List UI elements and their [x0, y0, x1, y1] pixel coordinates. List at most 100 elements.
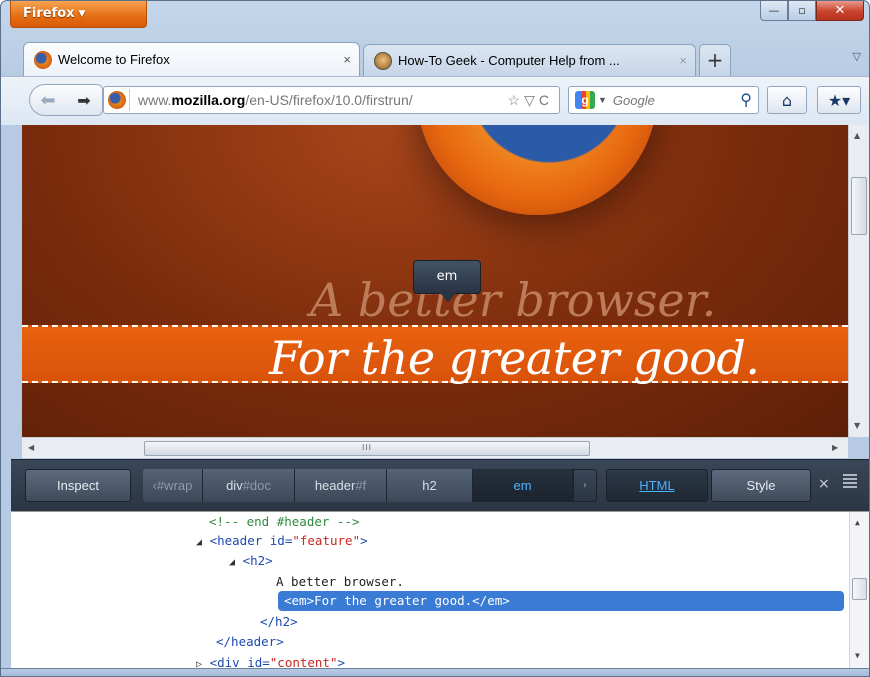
tab-how-to-geek[interactable]: How-To Geek - Computer Help from ... ×	[363, 44, 696, 76]
close-inspector-icon[interactable]: ×	[818, 476, 830, 492]
crumb-id: #doc	[242, 478, 271, 493]
firefox-menu-button[interactable]: Firefox ▼	[10, 1, 147, 28]
code-attr-value: "feature"	[292, 533, 361, 548]
code-tag: <em>	[284, 593, 315, 608]
inspector-toolbar: Inspect ‹ #wrap div #doc header #f h2 em ›…	[11, 459, 869, 511]
scroll-down-arrow-icon[interactable]: ▼	[854, 421, 860, 430]
search-input[interactable]: Google	[613, 93, 740, 108]
breadcrumb-div-doc[interactable]: div #doc	[203, 469, 295, 502]
code-line-h2-close[interactable]: </h2>	[260, 612, 298, 632]
back-forward-group: ⬅ ➡	[29, 84, 103, 116]
page-content: A better browser. For the greater good. …	[22, 125, 848, 437]
vertical-scrollbar[interactable]: ▲ ▼	[848, 125, 869, 437]
code-line-div-content[interactable]: ▷ <div id="content">	[196, 653, 345, 668]
expand-twisty-icon[interactable]: ◢	[196, 537, 202, 548]
close-tab-icon[interactable]: ×	[343, 52, 351, 67]
forward-arrow-icon: ➡	[77, 90, 91, 110]
code-tag: >	[360, 533, 368, 548]
minimize-icon: —	[768, 4, 780, 17]
bookmarks-menu-button[interactable]: ★▾	[817, 86, 861, 114]
list-all-tabs-icon[interactable]: ▽	[853, 50, 861, 63]
site-identity-button[interactable]	[107, 89, 130, 111]
style-panel-button[interactable]: Style	[711, 469, 811, 502]
firefox-logo-icon	[417, 125, 657, 215]
back-arrow-icon: ⬅	[40, 89, 56, 111]
code-line-h2[interactable]: ◢ <h2>	[229, 551, 273, 571]
google-search-engine-icon[interactable]: g	[575, 91, 595, 109]
scroll-left-arrow-icon[interactable]: ◀	[28, 443, 34, 452]
tab-title: How-To Geek - Computer Help from ...	[398, 53, 620, 68]
firefox-menu-label: Firefox	[23, 6, 75, 21]
code-tag: <h2>	[242, 553, 273, 568]
breadcrumb-scroll-right-icon[interactable]: ›	[573, 469, 597, 502]
page-subhead: For the greater good.	[269, 331, 760, 385]
collapsed-twisty-icon[interactable]: ▷	[196, 659, 202, 668]
navigation-toolbar: ⬅ ➡ www.mozilla.org/en-US/firefox/10.0/f…	[1, 76, 869, 125]
crumb-tag: div	[226, 478, 243, 493]
code-line-header[interactable]: ◢ <header id="feature">	[196, 531, 368, 551]
window-bottom-border	[1, 668, 869, 676]
firefox-favicon-icon	[34, 50, 52, 69]
html-tree-panel: <!-- end #header --> ◢ <header id="featu…	[11, 511, 869, 668]
crumb-tag: h2	[422, 478, 437, 493]
html-panel-scrollbar[interactable]: ▲ ▼	[849, 512, 869, 668]
close-window-button[interactable]: ✕	[816, 1, 864, 21]
close-tab-icon[interactable]: ×	[679, 53, 687, 68]
code-line-header-close[interactable]: </header>	[216, 632, 284, 652]
html-panel-scroll-thumb[interactable]	[852, 578, 867, 600]
breadcrumb-header[interactable]: header #f	[295, 469, 387, 502]
url-path: /en-US/firefox/10.0/firstrun/	[245, 92, 413, 108]
minimize-button[interactable]: —	[760, 1, 788, 21]
horizontal-scroll-thumb[interactable]: III	[144, 441, 590, 456]
scroll-right-arrow-icon[interactable]: ▶	[832, 443, 838, 452]
style-panel-label: Style	[746, 478, 776, 493]
bookmarks-icon: ★▾	[827, 90, 851, 110]
scroll-up-arrow-icon[interactable]: ▲	[854, 131, 860, 140]
bookmark-star-history-reload-icons[interactable]: ☆▽C	[508, 92, 553, 109]
scroll-down-arrow-icon[interactable]: ▼	[855, 651, 860, 660]
search-magnifier-icon[interactable]: ⚲	[740, 90, 752, 110]
window-caption-buttons: — ▫ ✕	[760, 1, 864, 21]
crumb-tag: em	[513, 478, 532, 493]
code-text-node[interactable]: A better browser.	[276, 572, 404, 592]
search-engine-dropdown-icon[interactable]: ▼	[598, 95, 607, 105]
page-headline: A better browser.	[310, 273, 717, 327]
vertical-scroll-thumb[interactable]	[851, 177, 867, 235]
crumb-id: #wrap	[156, 478, 193, 493]
inspect-button[interactable]: Inspect	[25, 469, 131, 502]
code-line-em-selected[interactable]: <em>For the greater good.</em>	[278, 591, 844, 611]
home-icon: ⌂	[781, 90, 793, 110]
url-text[interactable]: www.mozilla.org/en-US/firefox/10.0/first…	[138, 92, 508, 108]
code-tag: </em>	[472, 593, 510, 608]
chevron-down-icon: ▼	[78, 9, 86, 19]
code-attr-value: "content"	[269, 655, 338, 668]
breadcrumb: ‹ #wrap div #doc header #f h2 em ›	[143, 469, 597, 502]
new-tab-button[interactable]: +	[699, 44, 731, 76]
home-button[interactable]: ⌂	[767, 86, 807, 114]
inspector-resize-grip-icon[interactable]	[843, 474, 857, 490]
code-comment: <!-- end #header -->	[209, 514, 360, 529]
scroll-up-arrow-icon[interactable]: ▲	[855, 518, 860, 527]
search-bar[interactable]: g ▼ Google ⚲	[568, 86, 759, 114]
howtogeek-favicon-icon	[374, 51, 392, 70]
forward-button[interactable]: ➡	[66, 91, 102, 110]
maximize-icon: ▫	[798, 4, 806, 17]
code-tag: <header id=	[209, 533, 293, 548]
horizontal-scrollbar[interactable]: ◀ III ▶	[22, 437, 848, 458]
breadcrumb-wrap[interactable]: ‹ #wrap	[143, 469, 203, 502]
url-bar[interactable]: www.mozilla.org/en-US/firefox/10.0/first…	[103, 86, 560, 114]
maximize-button[interactable]: ▫	[788, 1, 816, 21]
expand-twisty-icon[interactable]: ◢	[229, 557, 235, 568]
firefox-favicon-icon	[107, 91, 126, 109]
crumb-id: #f	[355, 478, 367, 493]
browser-window: Firefox ▼ — ▫ ✕ Welcome to Firefox × How-…	[0, 0, 870, 677]
html-panel-button[interactable]: HTML	[606, 469, 708, 502]
back-button[interactable]: ⬅	[30, 84, 66, 116]
tab-strip: Welcome to Firefox × How-To Geek - Compu…	[23, 42, 869, 76]
breadcrumb-em[interactable]: em	[473, 469, 573, 502]
crumb-tag: header	[314, 478, 356, 493]
element-tooltip: em	[413, 260, 481, 302]
breadcrumb-h2[interactable]: h2	[387, 469, 473, 502]
tab-welcome-to-firefox[interactable]: Welcome to Firefox ×	[23, 42, 360, 76]
close-icon: ✕	[834, 3, 846, 18]
